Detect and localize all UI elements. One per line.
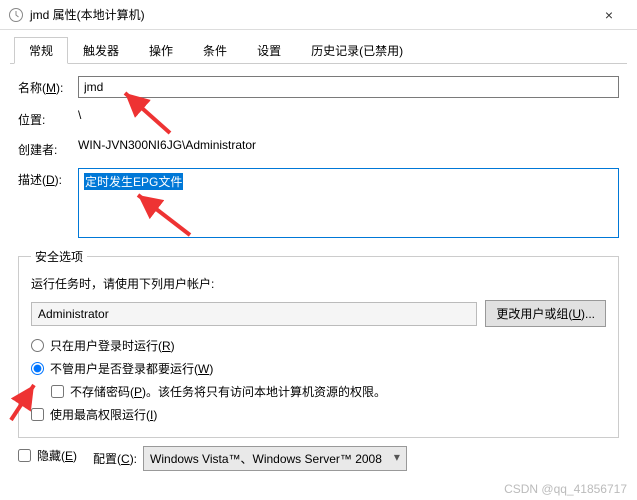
- tab-conditions[interactable]: 条件: [188, 37, 242, 64]
- creator-label: 创建者:: [18, 138, 78, 158]
- creator-value: WIN-JVN300NI6JG\Administrator: [78, 138, 619, 152]
- check-highest-priv[interactable]: 使用最高权限运行(I): [31, 406, 606, 423]
- radio-logged-on[interactable]: 只在用户登录时运行(R): [31, 337, 606, 354]
- radio-any-user-input[interactable]: [31, 362, 44, 375]
- check-no-store-pwd-input[interactable]: [51, 385, 64, 398]
- description-input[interactable]: 定时发生EPG文件: [78, 168, 619, 238]
- tab-general[interactable]: 常规: [14, 37, 68, 64]
- location-label: 位置:: [18, 108, 78, 128]
- config-combo[interactable]: Windows Vista™、Windows Server™ 2008: [143, 446, 407, 471]
- security-options: 安全选项 运行任务时，请使用下列用户帐户: 更改用户或组(U)... 只在用户登…: [18, 248, 619, 438]
- clock-icon: [8, 7, 24, 23]
- watermark: CSDN @qq_41856717: [504, 482, 627, 496]
- tab-actions[interactable]: 操作: [134, 37, 188, 64]
- check-hidden[interactable]: 隐藏(E): [18, 447, 77, 464]
- tab-settings[interactable]: 设置: [242, 37, 296, 64]
- window-title: jmd 属性(本地计算机): [30, 6, 589, 23]
- check-no-store-pwd[interactable]: 不存储密码(P)。该任务将只有访问本地计算机资源的权限。: [51, 383, 606, 400]
- run-as-label: 运行任务时，请使用下列用户帐户:: [31, 275, 606, 292]
- name-label: 名称(M):: [18, 76, 78, 96]
- name-input[interactable]: [78, 76, 619, 98]
- radio-any-user[interactable]: 不管用户是否登录都要运行(W): [31, 360, 606, 377]
- tab-bar: 常规 触发器 操作 条件 设置 历史记录(已禁用): [10, 36, 627, 64]
- change-user-button[interactable]: 更改用户或组(U)...: [485, 300, 606, 327]
- user-account-input: [31, 302, 477, 326]
- tab-triggers[interactable]: 触发器: [68, 37, 134, 64]
- description-label: 描述(D):: [18, 168, 78, 188]
- check-highest-priv-input[interactable]: [31, 408, 44, 421]
- radio-logged-on-input[interactable]: [31, 339, 44, 352]
- check-hidden-input[interactable]: [18, 449, 31, 462]
- config-label: 配置(C):: [93, 450, 137, 467]
- tab-history[interactable]: 历史记录(已禁用): [296, 37, 418, 64]
- close-button[interactable]: ×: [589, 7, 629, 23]
- location-value: \: [78, 108, 619, 122]
- security-legend: 安全选项: [31, 248, 87, 265]
